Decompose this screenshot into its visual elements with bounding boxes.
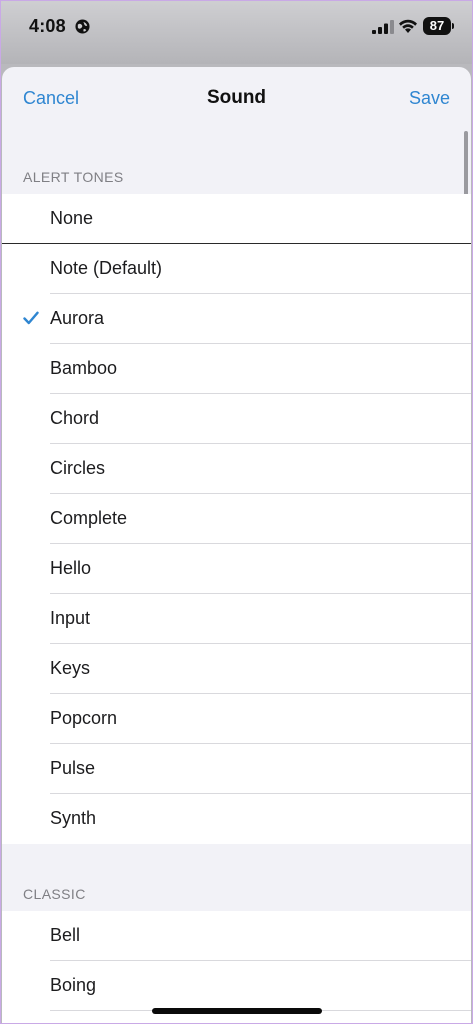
list-item-label: Bamboo xyxy=(50,358,118,378)
list-item-bell[interactable]: Bell xyxy=(2,911,471,961)
section-header-alert-tones: ALERT TONES xyxy=(23,169,124,185)
list-item-popcorn[interactable]: Popcorn xyxy=(2,694,471,744)
list-item-label: Synth xyxy=(50,808,97,828)
sound-picker-sheet: Cancel Sound Save ALERT TONES None Note … xyxy=(2,67,471,1024)
list-item-pulse[interactable]: Pulse xyxy=(2,744,471,794)
list-item-label: Boing xyxy=(50,975,97,995)
list-item-label: Bell xyxy=(50,925,81,945)
list-item-hello[interactable]: Hello xyxy=(2,544,471,594)
list-item-label: Circles xyxy=(50,458,106,478)
list-item-keys[interactable]: Keys xyxy=(2,644,471,694)
location-globe-icon xyxy=(75,19,90,34)
list-item-label: Complete xyxy=(50,508,128,528)
list-item-label: Aurora xyxy=(50,308,105,328)
status-bar: 4:08 87 xyxy=(0,0,473,64)
list-item-note-default[interactable]: Note (Default) xyxy=(2,244,471,294)
list-item-label: Input xyxy=(50,608,91,628)
status-time: 4:08 xyxy=(29,16,66,36)
list-item-none[interactable]: None xyxy=(2,194,471,244)
list-item-label: None xyxy=(50,208,94,228)
list-item-label: Hello xyxy=(50,558,92,578)
alert-tones-list: None Note (Default) Aurora Bamboo Chord … xyxy=(2,194,471,844)
list-item-circles[interactable]: Circles xyxy=(2,444,471,494)
cellular-signal-icon xyxy=(372,20,394,34)
wifi-icon xyxy=(399,19,417,33)
list-item-input[interactable]: Input xyxy=(2,594,471,644)
checkmark-icon xyxy=(23,311,39,325)
list-item-label: Chord xyxy=(50,408,100,428)
section-header-classic: CLASSIC xyxy=(23,886,86,902)
list-item-label: Pulse xyxy=(50,758,96,778)
save-button[interactable]: Save xyxy=(409,88,450,109)
list-item-label: Keys xyxy=(50,658,91,678)
list-item-aurora[interactable]: Aurora xyxy=(2,294,471,344)
list-item-chord[interactable]: Chord xyxy=(2,394,471,444)
battery-level-badge: 87 xyxy=(423,17,451,35)
navigation-bar: Cancel Sound Save xyxy=(2,67,471,131)
page-title: Sound xyxy=(206,87,267,108)
list-item-boing[interactable]: Boing xyxy=(2,961,471,1011)
list-item-label: Popcorn xyxy=(50,708,118,728)
list-item-label: Note (Default) xyxy=(50,258,163,278)
battery-tip xyxy=(452,23,454,29)
list-item-complete[interactable]: Complete xyxy=(2,494,471,544)
list-item-bamboo[interactable]: Bamboo xyxy=(2,344,471,394)
home-indicator[interactable] xyxy=(152,1008,322,1014)
list-item-synth[interactable]: Synth xyxy=(2,794,471,844)
